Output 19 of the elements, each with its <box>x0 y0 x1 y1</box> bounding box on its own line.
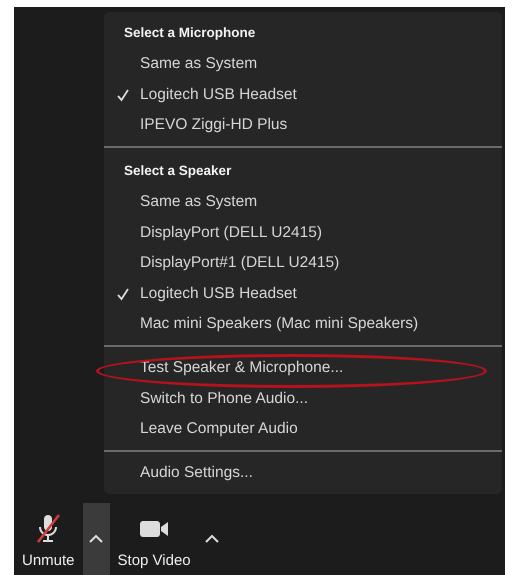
menu-item[interactable]: Test Speaker & Microphone... <box>104 352 502 384</box>
caret-icon <box>204 534 220 544</box>
menu-item[interactable]: Same as System <box>104 186 502 218</box>
caret-icon <box>88 534 104 544</box>
menu-item[interactable]: Switch to Phone Audio... <box>104 383 502 414</box>
menu-item[interactable]: Same as System <box>104 49 502 80</box>
video-button[interactable]: Stop Video <box>110 503 199 575</box>
menu-item[interactable]: DisplayPort (DELL U2415) <box>104 217 502 248</box>
unmute-button[interactable]: Unmute <box>14 503 83 575</box>
menu-heading: Select a Microphone <box>123 24 256 42</box>
menu-item[interactable]: Logitech USB Headset <box>104 80 502 110</box>
menu-item[interactable]: Logitech USB Headset <box>104 278 502 310</box>
menu-item[interactable]: IPEVO Ziggi-HD Plus <box>104 110 502 141</box>
menu-item[interactable]: Mac mini Speakers (Mac mini Speakers) <box>104 309 502 340</box>
menu-item[interactable]: DisplayPort#1 (DELL U2415) <box>104 248 502 279</box>
menu-item[interactable]: Audio Settings... <box>104 458 502 488</box>
caret-button[interactable] <box>82 503 110 575</box>
menu-heading: Select a Speaker <box>123 162 232 180</box>
menu-item[interactable]: Leave Computer Audio <box>104 414 502 445</box>
